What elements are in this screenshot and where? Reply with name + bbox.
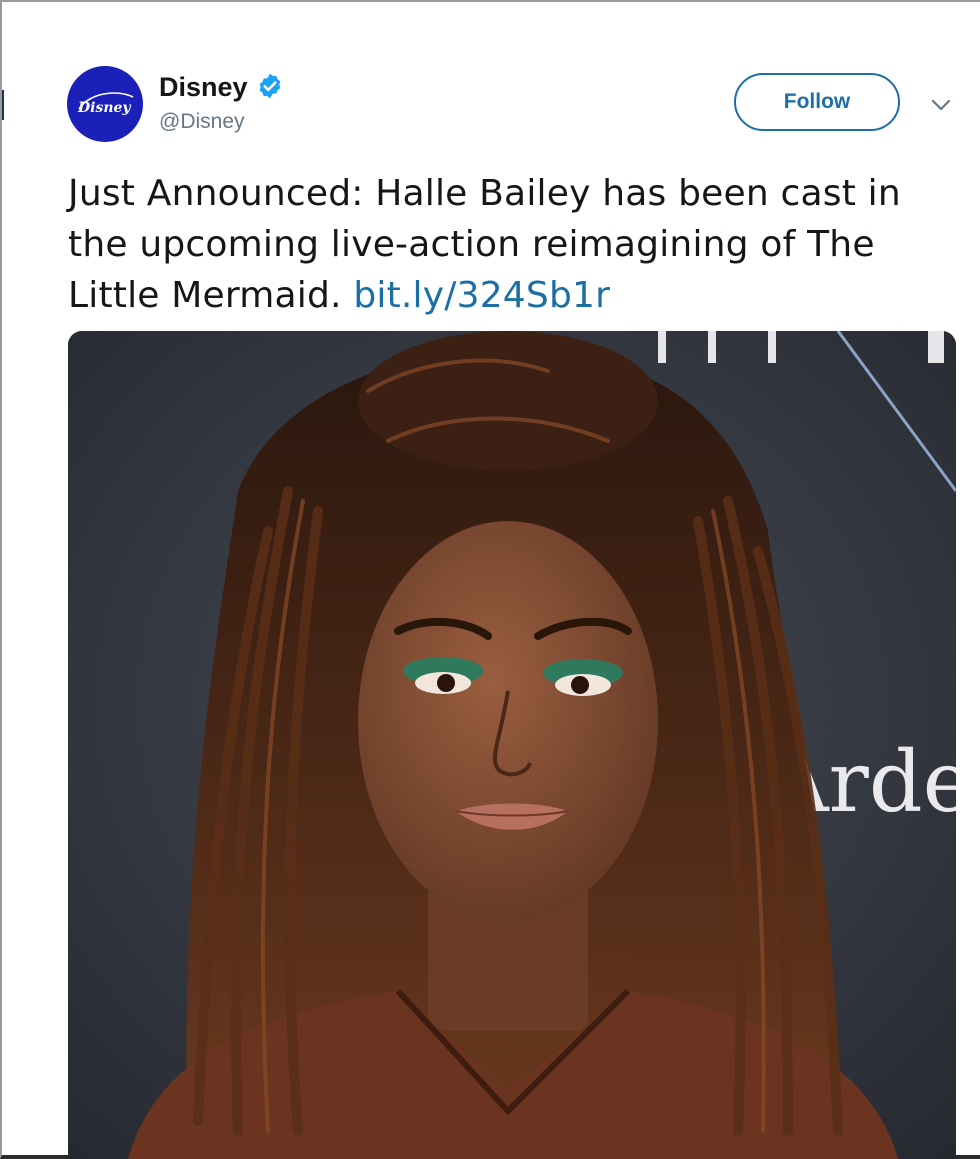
follow-button[interactable]: Follow <box>734 73 900 131</box>
tweet-link[interactable]: bit.ly/324Sb1r <box>353 275 610 316</box>
author-handle[interactable]: @Disney <box>159 108 245 136</box>
tweet-card: Disney Disney @Disney Follow Just Announ… <box>0 0 980 1159</box>
avatar[interactable]: Disney <box>67 66 143 142</box>
tweet-text: Just Announced: Halle Bailey has been ca… <box>68 168 958 321</box>
avatar-logo-text: Disney <box>77 100 131 116</box>
author-display-name[interactable]: Disney <box>159 70 248 104</box>
chevron-down-icon[interactable] <box>930 98 952 112</box>
portrait-photo: Arden <box>68 331 956 1159</box>
tweet-media-photo[interactable]: Arden <box>68 331 956 1159</box>
verified-badge-icon <box>259 73 281 99</box>
disney-logo-icon: Disney <box>77 92 134 116</box>
window-edge-accent <box>2 90 4 120</box>
